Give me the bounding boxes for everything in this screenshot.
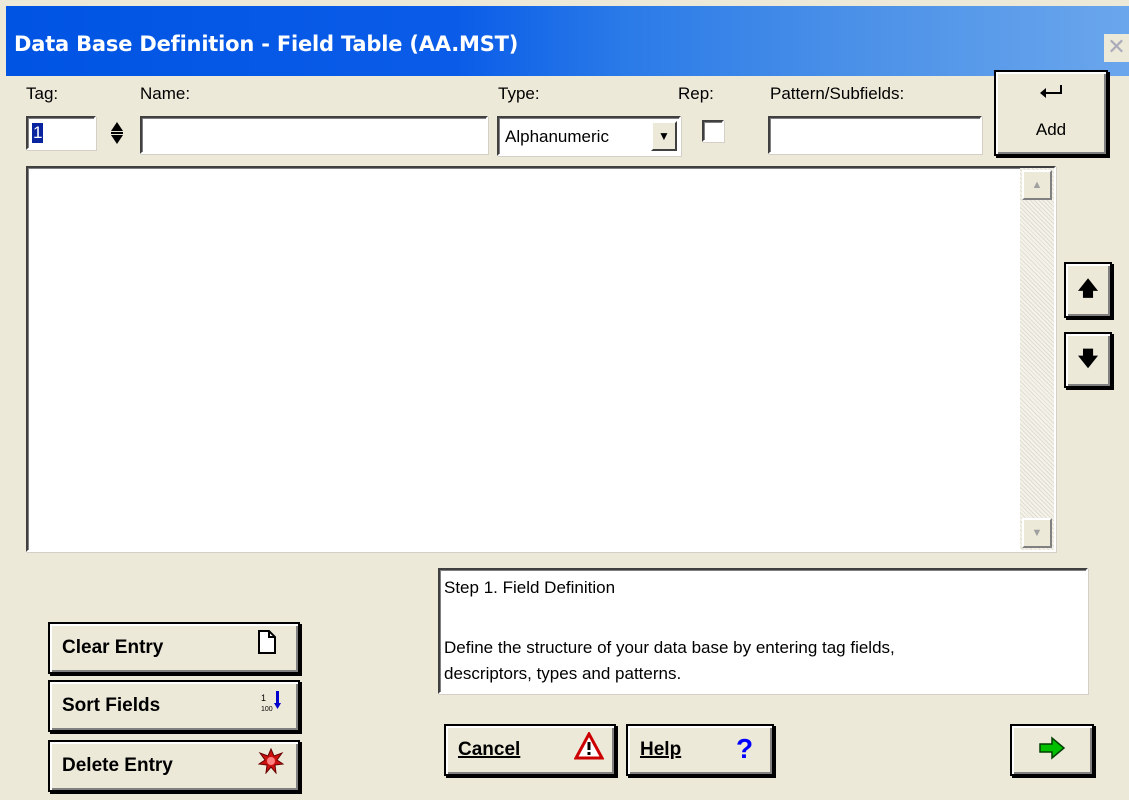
cancel-button[interactable]: Cancel (444, 724, 616, 776)
svg-text:100: 100 (261, 706, 273, 713)
clear-entry-label: Clear Entry (62, 637, 164, 658)
rep-checkbox[interactable] (702, 120, 724, 142)
green-right-arrow-icon (1038, 736, 1066, 770)
arrow-up-icon: 🡅 (1077, 278, 1099, 300)
info-line-1: Define the structure of your data base b… (444, 638, 895, 657)
info-step: Step 1. Field Definition (444, 578, 616, 597)
close-icon[interactable]: ✕ (1104, 34, 1129, 62)
sort-fields-label: Sort Fields (62, 695, 161, 716)
delete-entry-label: Delete Entry (62, 755, 173, 776)
delete-entry-button[interactable]: Delete Entry (48, 740, 300, 792)
name-label: Name: (140, 84, 191, 103)
delete-burst-icon (257, 747, 285, 784)
question-mark-icon: ? (736, 733, 754, 764)
move-up-button[interactable]: 🡅 (1064, 262, 1112, 318)
title-bar[interactable]: Data Base Definition - Field Table (AA.M… (6, 6, 1129, 76)
svg-text:1: 1 (261, 693, 266, 703)
sort-fields-button[interactable]: Sort Fields 1 100 (48, 680, 300, 732)
info-panel: Step 1. Field Definition Define the stru… (438, 568, 1088, 694)
cancel-label: Cancel (458, 739, 521, 760)
help-label: Help (640, 739, 682, 760)
tag-label: Tag: (26, 84, 59, 103)
info-line-2: descriptors, types and patterns. (444, 664, 682, 683)
tag-spin-icon[interactable] (106, 120, 128, 154)
add-button[interactable]: Add (994, 70, 1108, 156)
type-select[interactable]: Alphanumeric ▼ (497, 116, 681, 156)
pattern-subfields-input[interactable] (768, 116, 982, 154)
pattern-label: Pattern/Subfields: (770, 84, 905, 103)
scroll-up-icon[interactable]: ▲ (1022, 170, 1052, 200)
field-list[interactable]: ▲ ▼ (26, 166, 1056, 552)
scroll-down-icon[interactable]: ▼ (1022, 518, 1052, 548)
add-label: Add (1035, 120, 1067, 139)
next-button[interactable] (1010, 724, 1094, 776)
name-input[interactable] (140, 116, 488, 154)
arrow-down-icon: 🡇 (1077, 348, 1099, 370)
rep-label: Rep: (678, 84, 714, 103)
warning-triangle-icon (573, 730, 605, 770)
sort-numbers-icon: 1 100 (260, 688, 282, 724)
tag-value: 1 (32, 123, 44, 143)
type-selected-value: Alphanumeric (505, 127, 609, 146)
list-scrollbar[interactable]: ▲ ▼ (1020, 168, 1054, 550)
new-document-icon (258, 630, 276, 664)
enter-arrow-icon (996, 80, 1106, 106)
type-label: Type: (498, 84, 540, 103)
dialog-client-area: Tag: Name: Type: Rep: Pattern/Subfields:… (6, 70, 1129, 800)
move-down-button[interactable]: 🡇 (1064, 332, 1112, 388)
tag-input[interactable]: 1 (26, 116, 96, 150)
help-button[interactable]: Help ? (626, 724, 774, 776)
clear-entry-button[interactable]: Clear Entry (48, 622, 300, 674)
window-title: Data Base Definition - Field Table (AA.M… (14, 32, 519, 56)
chevron-down-icon[interactable]: ▼ (651, 121, 677, 151)
